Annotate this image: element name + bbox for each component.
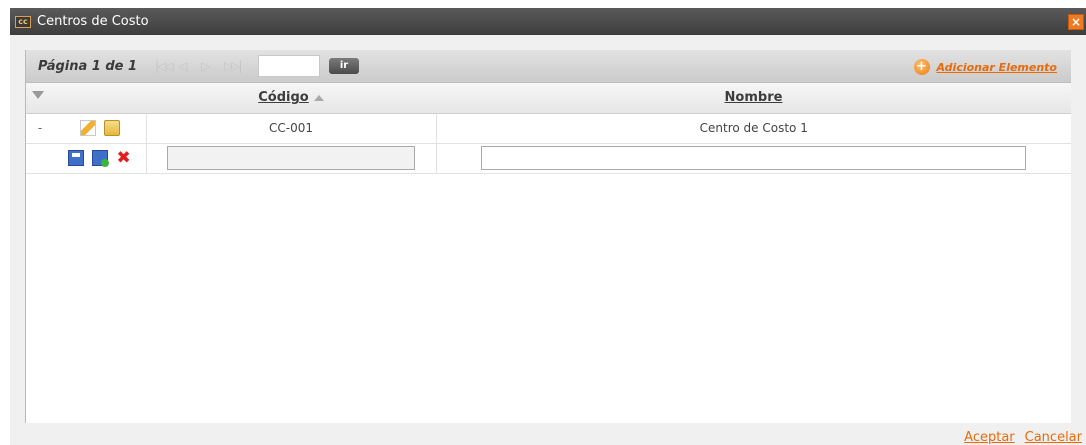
go-button[interactable]: ir (329, 58, 360, 74)
edit-row-marker (26, 143, 54, 174)
window-title: Centros de Costo (37, 14, 149, 29)
edit-row: ✖ (26, 143, 1071, 174)
pager-toolbar: Página 1 de 1 |◁◁ ◁ ▷ ▷▷| ir + Adicionar… (26, 50, 1071, 83)
add-element-label[interactable]: Adicionar Elemento (937, 61, 1058, 74)
accept-button[interactable]: Aceptar (964, 430, 1014, 445)
last-page-icon[interactable]: ▷▷| (224, 59, 244, 73)
edit-row-actions: ✖ (54, 143, 147, 174)
dialog-window: cc Centros de Costo × Página 1 de 1 |◁◁ … (10, 8, 1086, 445)
row-marker: - (26, 113, 54, 144)
save-and-new-icon[interactable] (91, 150, 109, 167)
edit-code-cell (146, 143, 437, 174)
sort-asc-icon[interactable] (313, 94, 324, 101)
close-button[interactable]: × (1068, 14, 1084, 30)
table-row: - CC-001 Centro de Costo 1 (26, 113, 1071, 144)
code-input[interactable] (167, 146, 415, 170)
next-page-icon[interactable]: ▷ (201, 59, 221, 73)
cell-name: Centro de Costo 1 (436, 113, 1071, 144)
first-page-icon[interactable]: |◁◁ (155, 59, 175, 73)
filter-icon[interactable] (32, 91, 44, 100)
dialog-footer: Aceptar Cancelar (964, 430, 1082, 445)
page-number-input[interactable] (258, 55, 321, 77)
column-label-codigo[interactable]: Código (258, 90, 308, 105)
row-actions (54, 113, 147, 144)
add-icon[interactable]: + (913, 59, 930, 75)
title-bar: cc Centros de Costo (10, 8, 1086, 35)
filter-header[interactable] (26, 83, 146, 114)
window-icon: cc (15, 15, 31, 28)
column-header-codigo[interactable]: Código (146, 83, 436, 114)
details-icon[interactable] (103, 120, 120, 136)
name-input[interactable] (481, 146, 1027, 170)
column-label-nombre[interactable]: Nombre (725, 90, 783, 105)
data-table: Código Nombre - CC-001 Centro de Costo 1 (26, 83, 1071, 174)
pager-nav: |◁◁ ◁ ▷ ▷▷| (155, 59, 244, 73)
add-element-link[interactable]: + Adicionar Elemento (913, 59, 1058, 75)
page-label: Página 1 de 1 (38, 58, 138, 74)
delete-icon[interactable]: ✖ (116, 150, 132, 167)
edit-name-cell (436, 143, 1071, 174)
prev-page-icon[interactable]: ◁ (178, 59, 198, 73)
table-header: Código Nombre (26, 83, 1071, 114)
column-header-nombre[interactable]: Nombre (436, 83, 1071, 114)
grid-panel: Página 1 de 1 |◁◁ ◁ ▷ ▷▷| ir + Adicionar… (25, 50, 1071, 423)
save-icon[interactable] (67, 150, 84, 166)
cell-code: CC-001 (146, 113, 437, 144)
cancel-button[interactable]: Cancelar (1025, 430, 1082, 445)
edit-icon[interactable] (79, 120, 96, 136)
